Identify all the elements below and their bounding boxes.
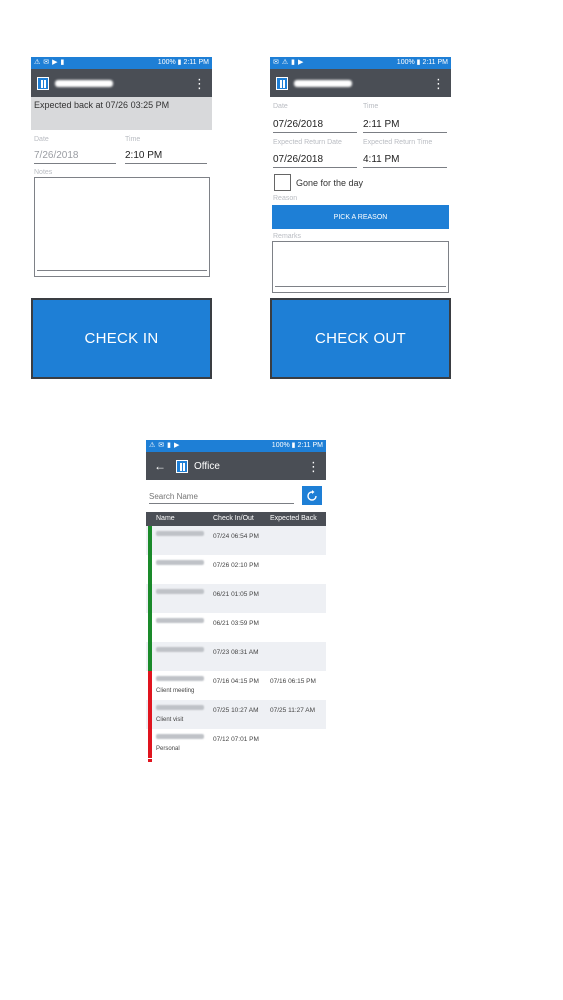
check-in-screen: ⚠ ✉ ▶ ▮ 100% ▮ 2:11 PM ⋮ Expected back at 0… (31, 57, 212, 379)
column-expected-back[interactable]: Expected Back (270, 512, 317, 526)
status-icons: ⚠ ✉ ▶ ▮ (34, 59, 65, 66)
status-right: 100% ▮ 2:11 PM (396, 59, 448, 66)
table-row[interactable]: 06/21 01:05 PM (146, 584, 326, 613)
notes-underline (37, 270, 207, 271)
table-row[interactable]: 07/25 10:27 AM 07/25 11:27 AM Client visit (146, 700, 326, 729)
reason-note: Client meeting (156, 688, 195, 694)
check-out-screen: ✉ ⚠ ▮ ▶ 100% ▮ 2:11 PM ⋮ Date 07/26/2018 Ti… (270, 57, 451, 379)
redacted-employee-name (156, 589, 208, 595)
status-indicator (148, 642, 152, 671)
remarks-textarea[interactable] (272, 241, 449, 293)
gone-for-day-label: Gone for the day (296, 178, 364, 188)
status-icons: ✉ ⚠ ▮ ▶ (273, 59, 304, 66)
time-field[interactable]: 2:10 PM (125, 150, 207, 164)
check-in-out-time: 07/25 10:27 AM (213, 707, 259, 714)
remarks-underline (275, 286, 446, 287)
refresh-button[interactable] (302, 486, 322, 505)
gone-for-day-checkbox[interactable] (274, 174, 291, 191)
date-label: Date (273, 103, 288, 110)
check-out-button[interactable]: CHECK OUT (270, 298, 451, 379)
status-indicator (148, 700, 152, 729)
redacted-employee-name (156, 676, 208, 682)
date-label: Date (34, 136, 49, 143)
status-bar: ✉ ⚠ ▮ ▶ 100% ▮ 2:11 PM (270, 57, 451, 69)
check-in-out-time: 06/21 03:59 PM (213, 620, 259, 627)
table-row[interactable]: 07/24 06:54 PM (146, 526, 326, 555)
notes-label: Notes (34, 169, 53, 176)
column-check-in-out[interactable]: Check In/Out (213, 512, 254, 526)
redacted-employee-name (156, 705, 208, 711)
overflow-menu-icon[interactable]: ⋮ (193, 77, 206, 90)
office-screen: ⚠✉▮▶ 100% ▮ 2:11 PM ← Office ⋮ Name Chec… (146, 440, 326, 762)
status-icons: ⚠ ✉ ▮ ▶ (149, 442, 180, 449)
app-logo-icon (176, 459, 188, 473)
check-in-out-time: 07/16 04:15 PM (213, 678, 259, 685)
check-in-button[interactable]: CHECK IN (31, 298, 212, 379)
page-title: Office (194, 460, 220, 472)
date-field[interactable]: 07/26/2018 (273, 119, 357, 133)
time-label: Time (125, 136, 141, 143)
app-logo-icon (37, 76, 49, 90)
remarks-label: Remarks (273, 233, 302, 240)
redacted-employee-name (156, 734, 208, 740)
expected-return-date-field[interactable]: 07/26/2018 (273, 154, 357, 168)
redacted-employee-name (156, 647, 208, 653)
table-row[interactable]: 07/12 07:01 PM Personal (146, 729, 326, 758)
reason-label: Reason (273, 195, 298, 202)
status-right: 100% ▮ 2:11 PM (157, 59, 209, 66)
redacted-employee-name (156, 618, 208, 624)
status-indicator (148, 526, 152, 555)
redacted-employee-name (156, 531, 208, 537)
status-right: 100% ▮ 2:11 PM (271, 442, 323, 449)
time-label: Time (363, 103, 379, 110)
table-row[interactable]: 06/21 03:59 PM (146, 613, 326, 642)
status-indicator (148, 729, 152, 758)
table-row[interactable]: 07/23 08:31 AM (146, 642, 326, 671)
status-indicator (148, 613, 152, 642)
search-input[interactable] (149, 489, 294, 504)
check-in-out-time: 07/26 02:10 PM (213, 562, 259, 569)
reason-note: Client visit (156, 717, 184, 723)
check-in-out-time: 06/21 01:05 PM (213, 591, 259, 598)
redacted-user-name (294, 79, 352, 87)
app-bar: ⋮ (31, 69, 212, 97)
back-arrow-icon[interactable]: ← (154, 459, 166, 473)
reason-note: Personal (156, 746, 180, 752)
app-logo-icon (276, 76, 288, 90)
redacted-user-name (55, 79, 113, 87)
expected-return-date-label: Expected Return Date (273, 139, 342, 146)
time-field[interactable]: 2:11 PM (363, 119, 447, 133)
check-in-out-time: 07/24 06:54 PM (213, 533, 259, 540)
pick-a-reason-button[interactable]: PICK A REASON (272, 205, 449, 229)
expected-back-time: 07/16 06:15 PM (270, 678, 316, 685)
status-indicator (148, 584, 152, 613)
table-row[interactable]: 07/16 04:15 PM 07/16 06:15 PM Client meeti… (146, 671, 326, 700)
expected-back-text: Expected back at 07/26 03:25 PM (34, 100, 170, 110)
column-name[interactable]: Name (156, 512, 175, 526)
list-header: Name Check In/Out Expected Back (146, 512, 326, 526)
app-bar: ← Office ⋮ (146, 452, 326, 480)
check-in-out-time: 07/12 07:01 PM (213, 736, 259, 743)
refresh-icon (307, 489, 317, 501)
expected-return-time-label: Expected Return Time (363, 139, 433, 146)
list-scroll-edge (148, 759, 152, 762)
expected-return-time-field[interactable]: 4:11 PM (363, 154, 447, 168)
overflow-menu-icon[interactable]: ⋮ (307, 460, 320, 473)
status-indicator (148, 555, 152, 584)
check-in-out-time: 07/23 08:31 AM (213, 649, 259, 656)
status-indicator (148, 671, 152, 700)
expected-back-banner: Expected back at 07/26 03:25 PM (31, 97, 212, 130)
notes-textarea[interactable] (34, 177, 210, 277)
status-bar: ⚠ ✉ ▮ ▶ 100% ▮ 2:11 PM (146, 440, 326, 452)
app-bar: ⋮ (270, 69, 451, 97)
status-bar: ⚠ ✉ ▶ ▮ 100% ▮ 2:11 PM (31, 57, 212, 69)
overflow-menu-icon[interactable]: ⋮ (432, 77, 445, 90)
expected-back-time: 07/25 11:27 AM (270, 707, 316, 714)
redacted-employee-name (156, 560, 208, 566)
date-field[interactable]: 7/26/2018 (34, 150, 116, 164)
table-row[interactable]: 07/26 02:10 PM (146, 555, 326, 584)
